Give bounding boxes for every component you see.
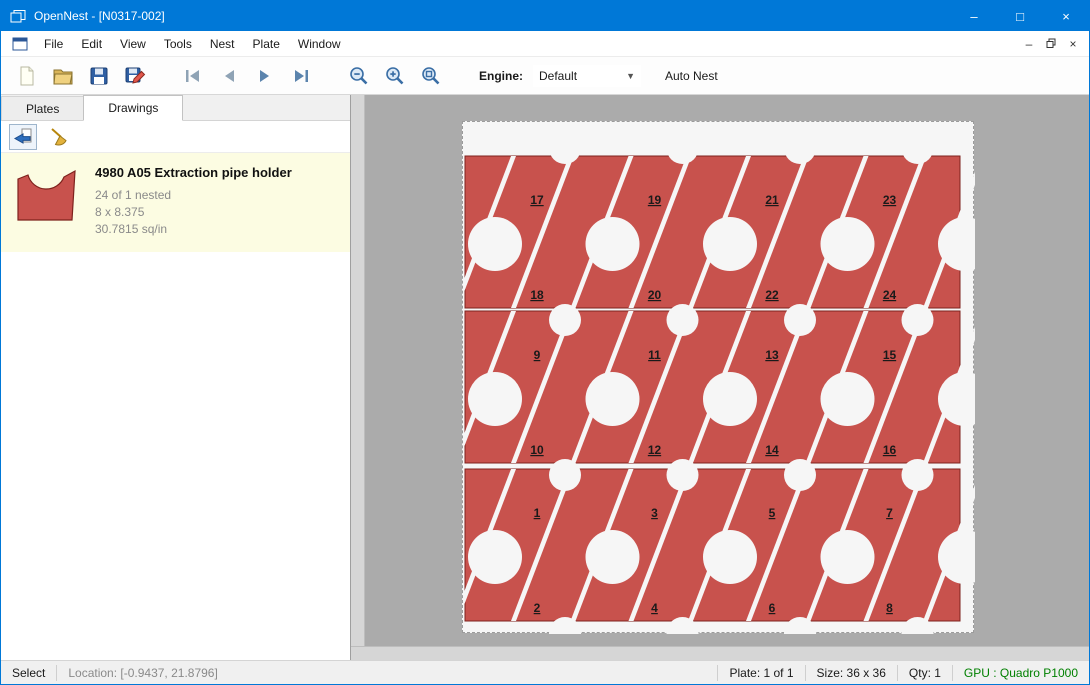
toolbar: Engine: Default ▼ Auto Nest xyxy=(1,57,1089,95)
minimize-button[interactable]: – xyxy=(951,1,997,31)
auto-nest-toggle[interactable]: Auto Nest xyxy=(665,69,718,83)
part-label[interactable]: 16 xyxy=(883,443,897,457)
engine-value: Default xyxy=(539,69,577,83)
go-first-icon xyxy=(182,65,204,87)
menu-plate[interactable]: Plate xyxy=(244,33,289,55)
zoom-fit-button[interactable] xyxy=(413,61,449,91)
mdi-close-button[interactable]: × xyxy=(1065,37,1081,51)
part-label[interactable]: 2 xyxy=(534,601,541,615)
engine-dropdown[interactable]: Default ▼ xyxy=(533,65,641,87)
titlebar: OpenNest - [N0317-002] – □ × xyxy=(1,1,1089,31)
mdi-minimize-button[interactable]: – xyxy=(1021,37,1037,51)
menu-nest[interactable]: Nest xyxy=(201,33,244,55)
part-label[interactable]: 17 xyxy=(530,193,544,207)
part-label[interactable]: 1 xyxy=(534,506,541,520)
zoom-out-icon xyxy=(348,65,370,87)
drawing-title: 4980 A05 Extraction pipe holder xyxy=(95,165,292,180)
drawing-dimensions: 8 x 8.375 xyxy=(95,204,292,221)
part-label[interactable]: 24 xyxy=(883,288,897,302)
sidebar: Plates Drawings 4980 A05 Extraction pipe… xyxy=(1,95,351,660)
import-drawing-icon xyxy=(12,126,34,148)
menubar: File Edit View Tools Nest Plate Window –… xyxy=(1,31,1089,57)
nest-plate[interactable]: 171921231820222491113151012141613572468 xyxy=(462,121,974,633)
part-label[interactable]: 8 xyxy=(886,601,893,615)
go-previous-icon xyxy=(218,65,240,87)
status-location: Location: [-0.9437, 21.8796] xyxy=(57,666,228,680)
maximize-button[interactable]: □ xyxy=(997,1,1043,31)
status-qty: Qty: 1 xyxy=(898,666,952,680)
horizontal-scrollbar[interactable] xyxy=(351,646,1089,660)
nest-plate-svg: 171921231820222491113151012141613572468 xyxy=(463,122,975,634)
part-label[interactable]: 6 xyxy=(769,601,776,615)
status-plate: Plate: 1 of 1 xyxy=(718,666,804,680)
status-size: Size: 36 x 36 xyxy=(806,666,897,680)
part-label[interactable]: 10 xyxy=(530,443,544,457)
go-first-button[interactable] xyxy=(175,61,211,91)
tabstrip: Plates Drawings xyxy=(1,95,350,121)
part-thumbnail xyxy=(15,165,79,223)
part-label[interactable]: 11 xyxy=(648,348,661,362)
mdi-restore-button[interactable] xyxy=(1043,38,1059,49)
nest-canvas: 171921231820222491113151012141613572468 xyxy=(351,95,1089,660)
menu-view[interactable]: View xyxy=(111,33,155,55)
close-button[interactable]: × xyxy=(1043,1,1089,31)
part-label[interactable]: 3 xyxy=(651,506,658,520)
window-title: OpenNest - [N0317-002] xyxy=(34,9,165,23)
go-last-button[interactable] xyxy=(283,61,319,91)
zoom-in-button[interactable] xyxy=(377,61,413,91)
part-label[interactable]: 9 xyxy=(534,348,541,362)
part-label[interactable]: 15 xyxy=(883,348,897,362)
save-edit-button[interactable] xyxy=(117,61,153,91)
new-button[interactable] xyxy=(9,61,45,91)
app-icon xyxy=(10,9,26,24)
zoom-in-icon xyxy=(384,65,406,87)
part-label[interactable]: 14 xyxy=(765,443,779,457)
menu-window[interactable]: Window xyxy=(289,33,350,55)
canvas-viewport[interactable]: 171921231820222491113151012141613572468 xyxy=(365,95,1089,646)
vertical-scrollbar[interactable] xyxy=(351,95,365,646)
menu-file[interactable]: File xyxy=(35,33,72,55)
import-drawing-button[interactable] xyxy=(9,124,37,150)
open-folder-icon xyxy=(52,65,74,87)
tab-drawings[interactable]: Drawings xyxy=(83,95,183,121)
go-last-icon xyxy=(290,65,312,87)
status-gpu: GPU : Quadro P1000 xyxy=(953,666,1089,680)
drawing-nested-count: 24 of 1 nested xyxy=(95,187,292,204)
go-next-icon xyxy=(254,65,276,87)
status-mode: Select xyxy=(1,666,56,680)
statusbar: Select Location: [-0.9437, 21.8796] Plat… xyxy=(1,660,1089,684)
chevron-down-icon: ▼ xyxy=(626,71,635,81)
drawing-area: 30.7815 sq/in xyxy=(95,221,292,238)
open-button[interactable] xyxy=(45,61,81,91)
zoom-fit-icon xyxy=(420,65,442,87)
new-icon xyxy=(16,65,38,87)
broom-icon xyxy=(48,126,70,148)
part-label[interactable]: 20 xyxy=(648,288,662,302)
save-button[interactable] xyxy=(81,61,117,91)
part-label[interactable]: 12 xyxy=(648,443,662,457)
clean-button[interactable] xyxy=(45,124,73,150)
drawings-toolbar xyxy=(1,121,350,153)
go-previous-button[interactable] xyxy=(211,61,247,91)
engine-label: Engine: xyxy=(479,69,523,83)
part-label[interactable]: 13 xyxy=(765,348,779,362)
go-next-button[interactable] xyxy=(247,61,283,91)
part-label[interactable]: 21 xyxy=(765,193,779,207)
part-label[interactable]: 19 xyxy=(648,193,662,207)
drawing-list-item[interactable]: 4980 A05 Extraction pipe holder 24 of 1 … xyxy=(1,153,350,252)
part-label[interactable]: 4 xyxy=(651,601,658,615)
part-label[interactable]: 18 xyxy=(530,288,544,302)
menu-edit[interactable]: Edit xyxy=(72,33,111,55)
app-window: OpenNest - [N0317-002] – □ × File Edit V… xyxy=(0,0,1090,685)
document-icon xyxy=(12,37,28,51)
part-label[interactable]: 22 xyxy=(765,288,779,302)
part-label[interactable]: 7 xyxy=(886,506,893,520)
tab-plates[interactable]: Plates xyxy=(1,96,84,120)
part-label[interactable]: 23 xyxy=(883,193,897,207)
part-label[interactable]: 5 xyxy=(769,506,776,520)
zoom-out-button[interactable] xyxy=(341,61,377,91)
menu-tools[interactable]: Tools xyxy=(155,33,201,55)
save-icon xyxy=(88,65,110,87)
save-edit-icon xyxy=(124,65,146,87)
